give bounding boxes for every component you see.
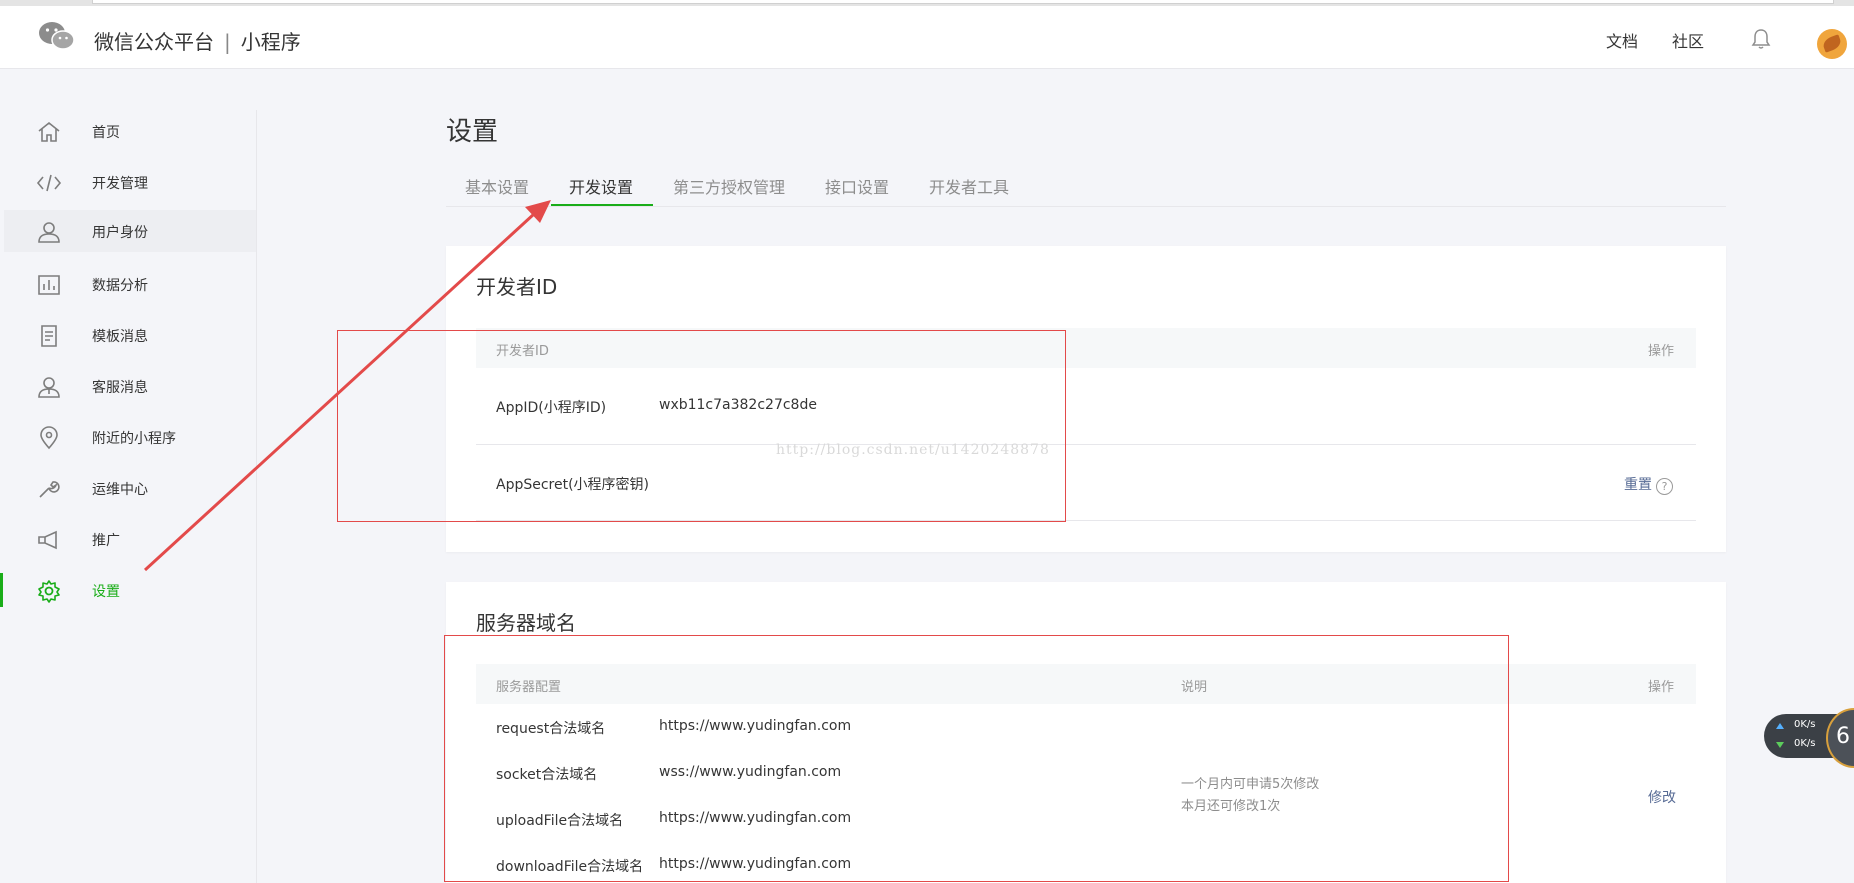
annotation-box-server-domain [444, 635, 1509, 882]
platform-name: 微信公众平台 [94, 30, 214, 54]
modify-domain-link[interactable]: 修改 [1648, 787, 1676, 807]
tab-basic-settings[interactable]: 基本设置 [465, 174, 529, 198]
chart-icon [38, 275, 60, 295]
reset-secret-link[interactable]: 重置 [1624, 477, 1652, 493]
sidebar-item-label: 首页 [92, 125, 120, 141]
browser-address-edge [92, 0, 1834, 4]
developer-id-title: 开发者ID [476, 275, 558, 299]
wrench-icon [39, 481, 60, 498]
home-icon [38, 121, 60, 142]
sidebar-item-dev-management[interactable]: 开发管理 [4, 161, 256, 203]
speed-ball: 6 [1826, 708, 1854, 768]
server-domain-title: 服务器域名 [476, 611, 576, 635]
sidebar-item-home[interactable]: 首页 [4, 110, 256, 152]
megaphone-icon [38, 530, 57, 550]
tab-third-party-auth[interactable]: 第三方授权管理 [673, 174, 785, 198]
sidebar-item-label: 设置 [92, 584, 120, 600]
tab-developer-tools[interactable]: 开发者工具 [929, 174, 1009, 198]
sidebar-item-customer-service[interactable]: 客服消息 [4, 365, 256, 407]
annotation-box-developer-id [337, 330, 1066, 522]
user-icon [38, 222, 60, 243]
gear-icon [38, 580, 60, 603]
sidebar-item-ops-center[interactable]: 运维中心 [4, 467, 256, 509]
brand-separator: | [224, 30, 231, 54]
sidebar-item-label: 模板消息 [92, 329, 148, 345]
sidebar-item-user-identity[interactable]: 用户身份 [4, 210, 256, 252]
help-icon[interactable]: ? [1656, 478, 1673, 495]
wechat-logo-icon [39, 22, 75, 50]
sidebar-item-label: 客服消息 [92, 380, 148, 396]
speed-ball-number: 6 [1836, 724, 1850, 749]
avatar[interactable] [1817, 29, 1847, 59]
header-action: 操作 [1648, 344, 1675, 359]
sidebar-item-label: 附近的小程序 [92, 431, 176, 447]
code-icon [36, 174, 62, 192]
sidebar-item-settings[interactable]: 设置 [0, 569, 256, 611]
settings-tabs: 基本设置 开发设置 第三方授权管理 接口设置 开发者工具 [446, 170, 1726, 207]
bell-icon[interactable] [1751, 28, 1771, 50]
upload-speed: 0K/s [1794, 719, 1816, 730]
active-tab-indicator [551, 204, 653, 206]
product-name: 小程序 [240, 30, 301, 54]
sidebar-item-label: 数据分析 [92, 278, 148, 294]
sidebar-item-label: 用户身份 [92, 225, 148, 241]
appsecret-actions: 重置? [1624, 474, 1673, 495]
sidebar-item-promotion[interactable]: 推广 [4, 518, 256, 560]
sidebar-item-nearby[interactable]: 附近的小程序 [4, 416, 256, 458]
sidebar-item-label: 运维中心 [92, 482, 148, 498]
location-icon [40, 426, 58, 450]
network-speed-widget[interactable]: 0K/s 0K/s 6 [1764, 708, 1854, 768]
community-link[interactable]: 社区 [1672, 28, 1704, 52]
download-arrow-icon [1776, 742, 1784, 748]
tab-interface-settings[interactable]: 接口设置 [825, 174, 889, 198]
docs-link[interactable]: 文档 [1606, 28, 1638, 52]
sidebar-item-label: 推广 [92, 533, 120, 549]
sidebar-item-label: 开发管理 [92, 176, 148, 192]
document-icon [41, 325, 57, 347]
customer-service-icon [38, 377, 60, 398]
download-speed: 0K/s [1794, 738, 1816, 749]
page-title: 设置 [446, 117, 499, 147]
sidebar-item-data-analysis[interactable]: 数据分析 [4, 263, 256, 305]
tab-dev-settings[interactable]: 开发设置 [569, 174, 633, 198]
header-action: 操作 [1648, 680, 1675, 695]
avatar-leaf-shape [1821, 34, 1843, 53]
sidebar: 首页 开发管理 用户身份 数据分析 模板消息 客服消息 附近的小程序 运维中心 … [0, 110, 257, 883]
sidebar-item-template-message[interactable]: 模板消息 [4, 314, 256, 356]
brand-title[interactable]: 微信公众平台 | 小程序 [94, 26, 301, 55]
upload-arrow-icon [1776, 723, 1784, 729]
top-header: 微信公众平台 | 小程序 文档 社区 [0, 6, 1854, 69]
